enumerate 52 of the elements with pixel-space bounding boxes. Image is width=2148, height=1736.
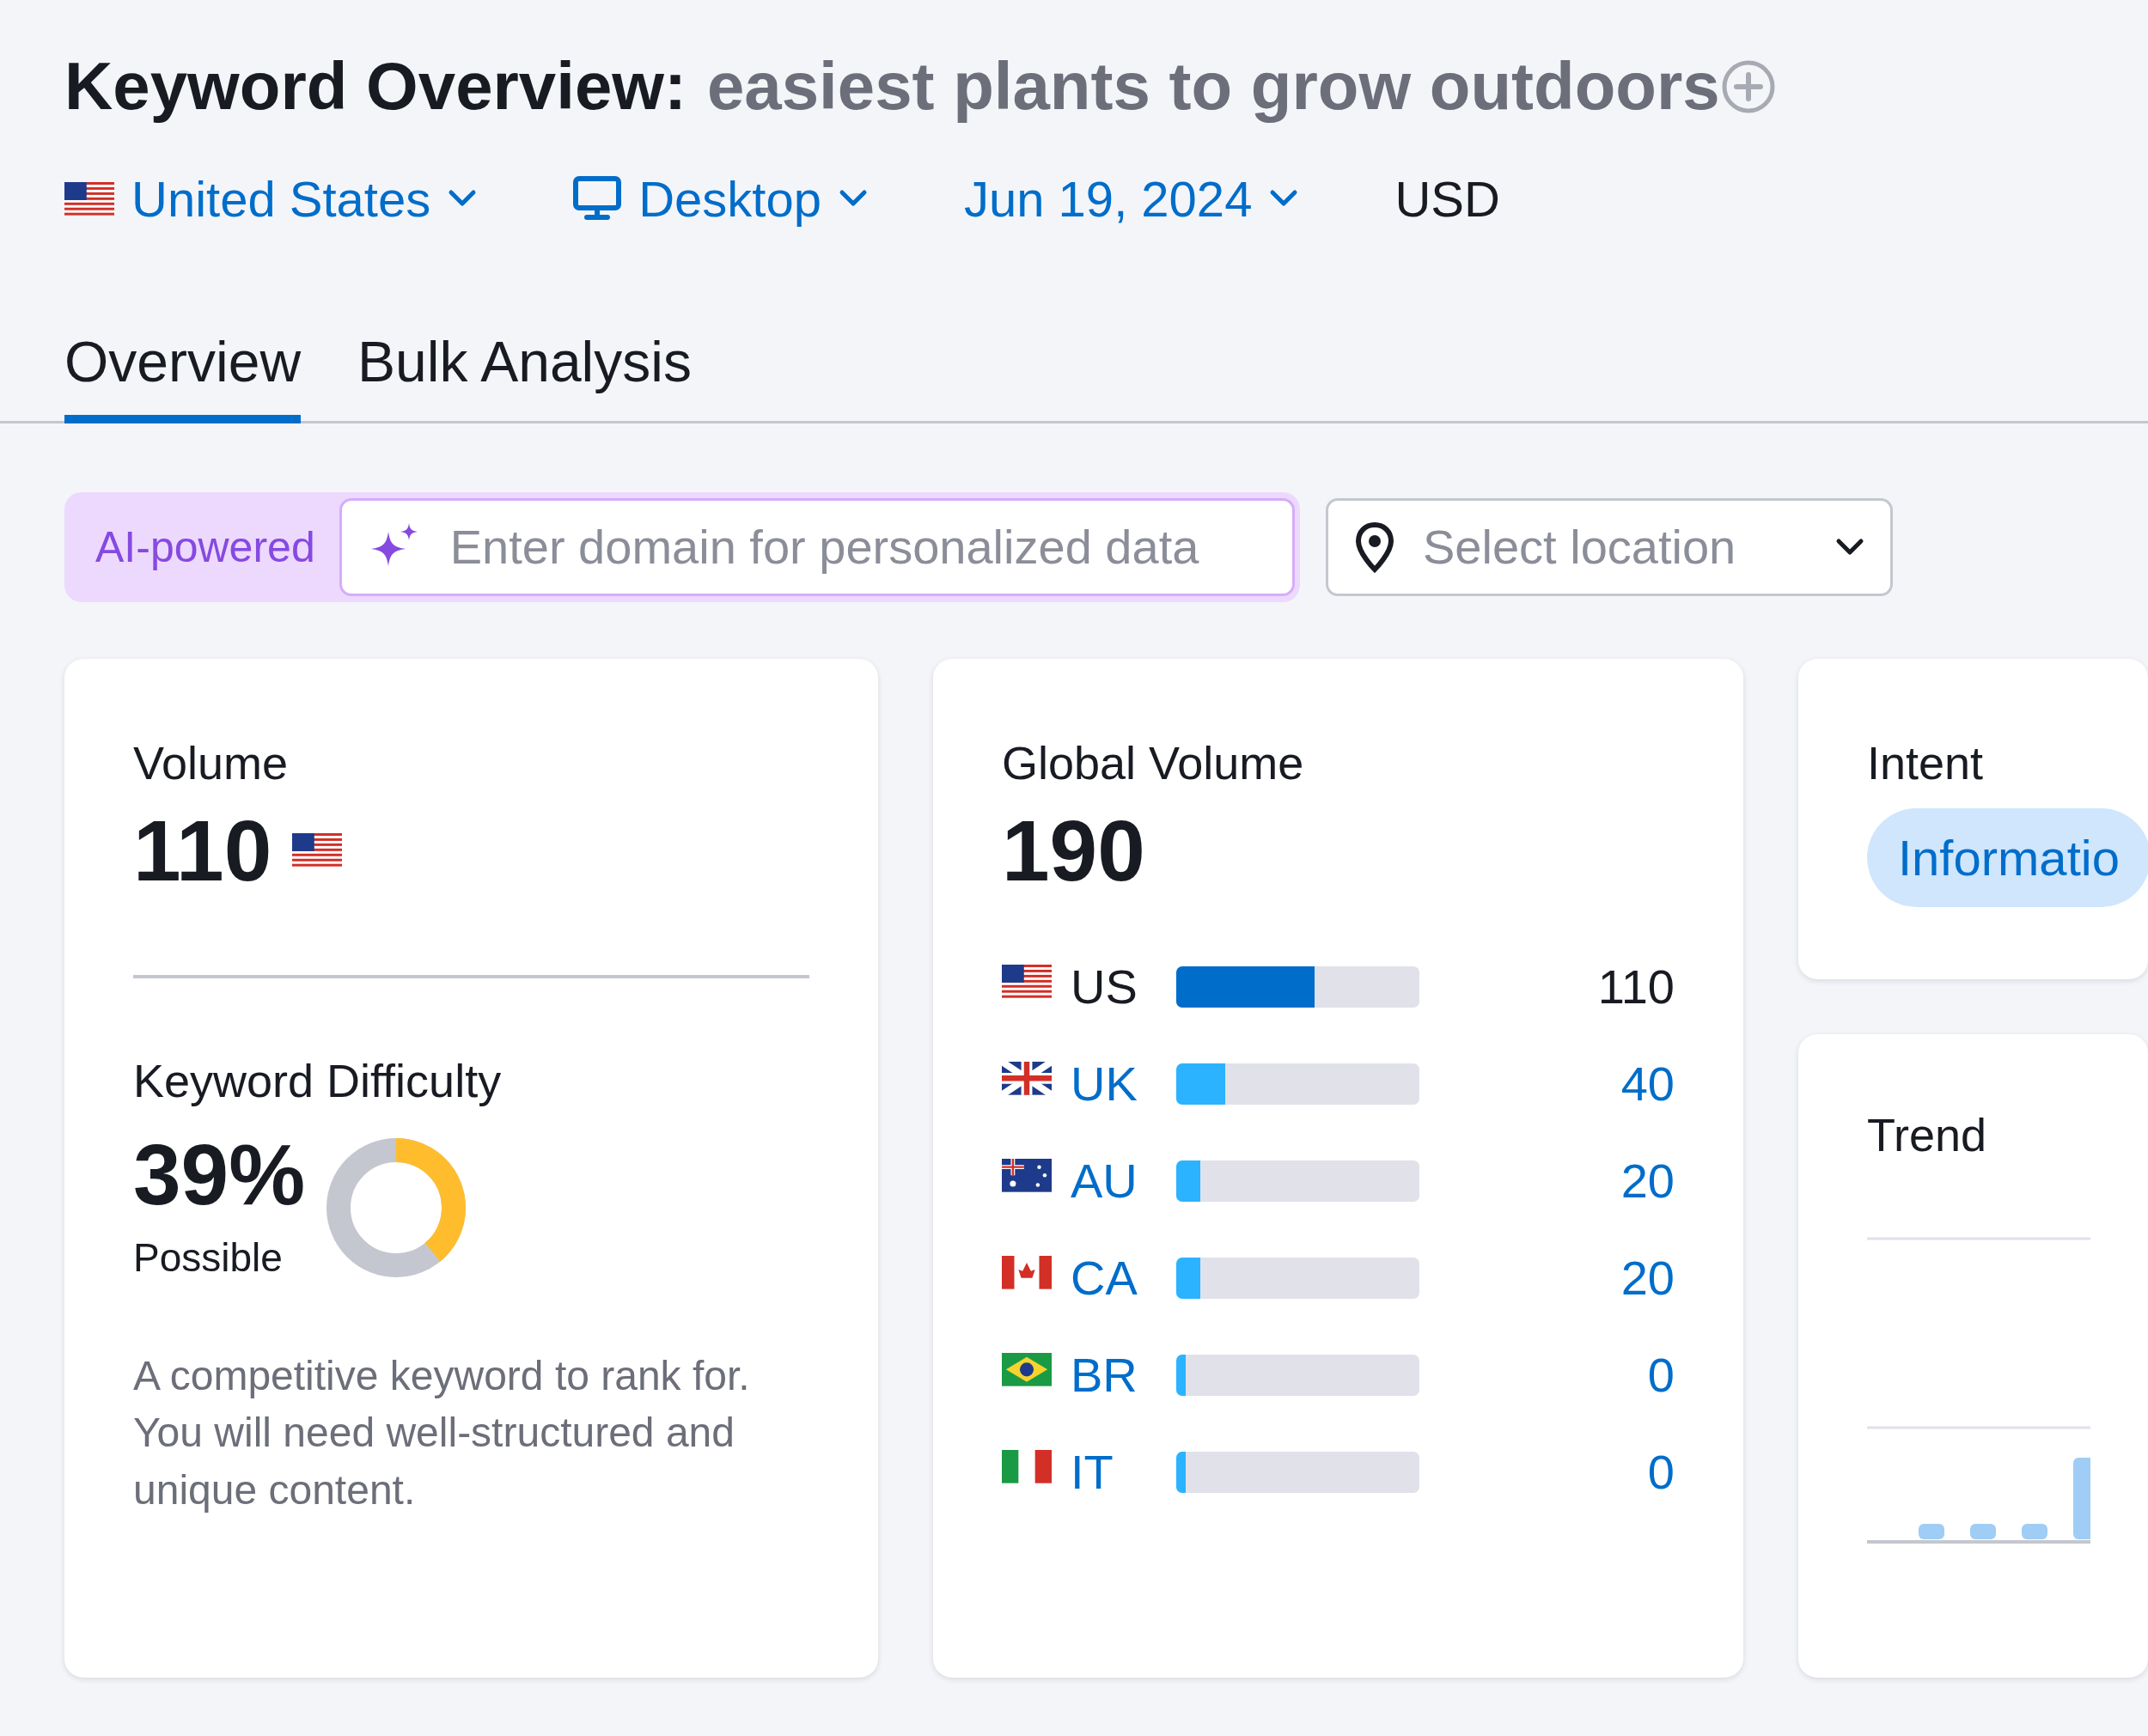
page-title: Keyword Overview: bbox=[64, 50, 687, 124]
chevron-down-icon bbox=[839, 189, 868, 209]
flag-icon bbox=[1002, 1061, 1052, 1095]
country-volume[interactable]: 0 bbox=[1419, 1436, 1675, 1509]
country-volume: 110 bbox=[1596, 959, 1675, 1016]
global-volume-value: 190 bbox=[1002, 802, 1146, 898]
trend-bar bbox=[1919, 1523, 1944, 1539]
chevron-down-icon bbox=[1269, 189, 1299, 209]
difficulty-label: Keyword Difficulty bbox=[133, 1055, 503, 1107]
intent-label: Intent bbox=[1867, 738, 1985, 789]
chevron-down-icon bbox=[448, 189, 478, 209]
intent-tag: Informatio bbox=[1867, 807, 2148, 907]
date-dropdown[interactable]: Jun 19, 2024 bbox=[964, 161, 1299, 236]
difficulty-description: A competitive keyword to rank for. You will need well-structured and unique content. bbox=[133, 1352, 751, 1514]
volume-value: 110 bbox=[133, 802, 272, 898]
country-code[interactable]: UK bbox=[1052, 1048, 1176, 1121]
tab[interactable]: Overview bbox=[64, 330, 302, 424]
flag-icon bbox=[1002, 1352, 1052, 1386]
monitor-icon bbox=[573, 176, 622, 222]
ai-powered-label: AI-powered bbox=[95, 521, 316, 573]
difficulty-rating: Possible bbox=[133, 1234, 284, 1282]
chevron-down-icon bbox=[1835, 538, 1864, 557]
country-volume[interactable]: 20 bbox=[1419, 1145, 1675, 1218]
trend-label: Trend bbox=[1867, 1110, 1988, 1161]
country-code[interactable]: CA bbox=[1052, 1242, 1176, 1315]
country-volume[interactable]: 0 bbox=[1419, 1339, 1675, 1412]
domain-input-field[interactable]: Enter domain for personalized data bbox=[339, 498, 1295, 597]
country-volume[interactable]: 40 bbox=[1419, 1048, 1675, 1121]
country-code: US bbox=[1070, 959, 1138, 1016]
flag-icon bbox=[1002, 964, 1052, 998]
volume-label: Volume bbox=[133, 738, 290, 789]
keyword-text: easiest plants to grow outdoors bbox=[706, 50, 1720, 124]
flag-icon bbox=[292, 833, 343, 868]
country-volume[interactable]: 20 bbox=[1419, 1242, 1675, 1315]
country-code[interactable]: IT bbox=[1052, 1436, 1176, 1509]
global-volume-label: Global Volume bbox=[1002, 738, 1305, 789]
location-pin-icon bbox=[1354, 521, 1395, 574]
flag-icon bbox=[1002, 1449, 1052, 1483]
flag-icon bbox=[64, 181, 114, 216]
trend-bar bbox=[1970, 1523, 1996, 1539]
flag-icon bbox=[1002, 1158, 1052, 1192]
location-select[interactable]: Select location bbox=[1326, 498, 1893, 597]
difficulty-value: 39% bbox=[133, 1127, 306, 1222]
flag-icon bbox=[1002, 1255, 1052, 1289]
country-code[interactable]: AU bbox=[1052, 1145, 1176, 1218]
currency-label[interactable]: USD bbox=[1394, 161, 1500, 236]
device-dropdown[interactable]: Desktop bbox=[573, 161, 868, 236]
country-dropdown[interactable]: United States bbox=[64, 161, 478, 236]
trend-bar bbox=[2022, 1523, 2047, 1539]
country-code[interactable]: BR bbox=[1052, 1339, 1176, 1412]
tab[interactable]: Bulk Analysis bbox=[357, 330, 692, 424]
location-field[interactable]: Select location bbox=[1421, 510, 1809, 585]
